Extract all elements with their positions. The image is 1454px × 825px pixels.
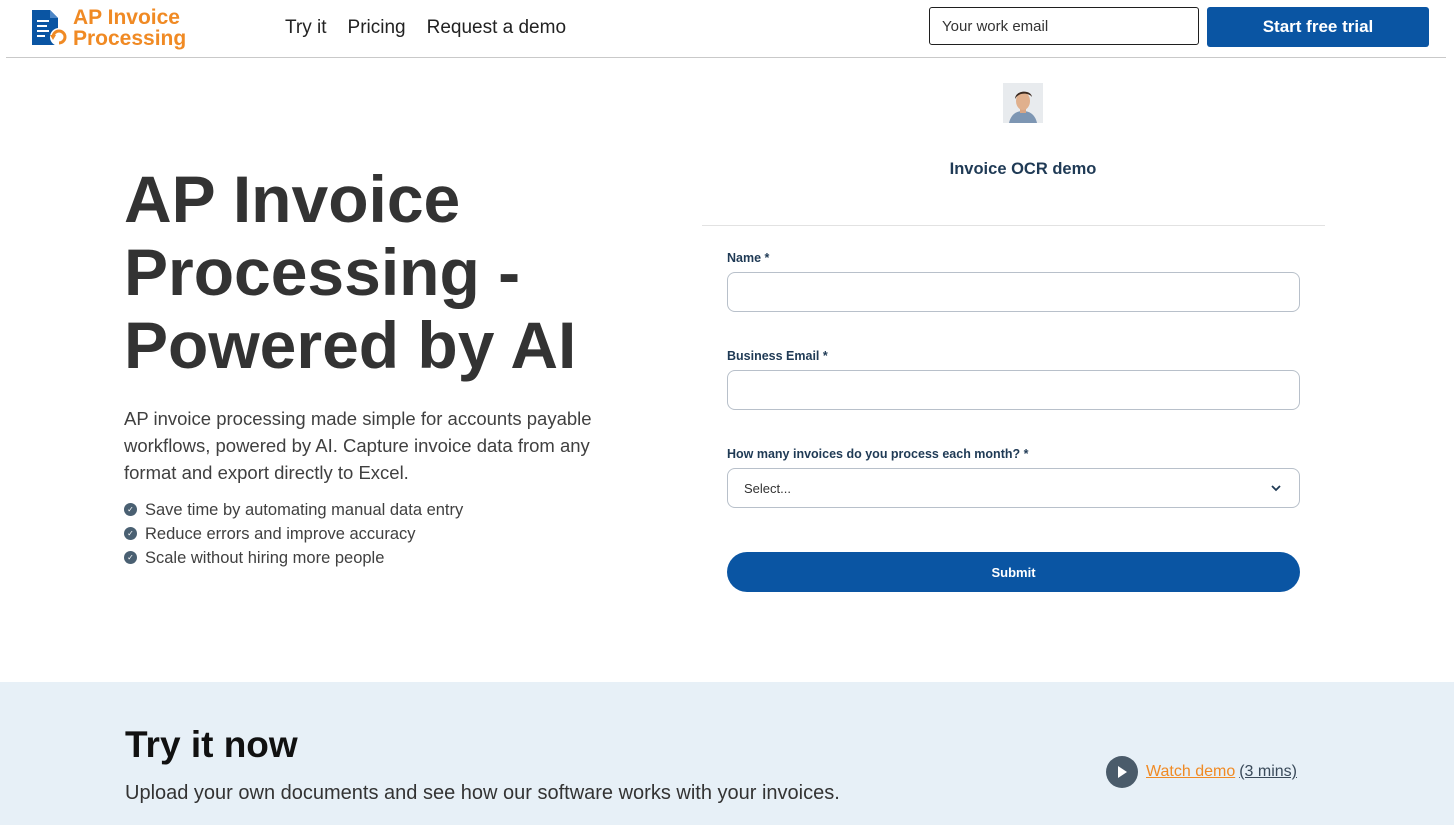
name-input[interactable]: [727, 272, 1300, 312]
watch-demo[interactable]: Watch demo (3 mins): [1106, 756, 1297, 788]
form-divider: [702, 225, 1325, 226]
business-email-label: Business Email *: [727, 349, 828, 363]
try-it-section: Try it now Upload your own documents and…: [0, 682, 1454, 825]
submit-button[interactable]: Submit: [727, 552, 1300, 592]
check-icon: ✓: [124, 551, 137, 564]
watch-demo-link[interactable]: Watch demo: [1146, 763, 1235, 781]
chevron-down-icon: [1271, 485, 1281, 492]
start-free-trial-button[interactable]: Start free trial: [1207, 7, 1429, 47]
logo-line-1: AP Invoice: [73, 6, 180, 29]
nav-request-demo[interactable]: Request a demo: [427, 17, 566, 39]
try-it-subtitle: Upload your own documents and see how ou…: [125, 782, 840, 804]
check-icon: ✓: [124, 527, 137, 540]
logo-line-2: Processing: [73, 27, 187, 50]
invoice-logo-icon: [32, 10, 68, 46]
hero-description: AP invoice processing made simple for ac…: [124, 408, 592, 483]
nav-try-it[interactable]: Try it: [285, 17, 327, 39]
benefits-list: ✓ Save time by automating manual data en…: [124, 501, 463, 573]
page: AP Invoice Processing Try it Pricing Req…: [0, 0, 1454, 825]
business-email-input[interactable]: [727, 370, 1300, 410]
demo-duration: (3 mins): [1239, 763, 1297, 780]
benefit-text: Reduce errors and improve accuracy: [145, 525, 416, 543]
select-value: Select...: [744, 480, 791, 496]
try-it-title: Try it now: [125, 724, 298, 765]
benefit-item: ✓ Reduce errors and improve accuracy: [124, 525, 463, 549]
main-nav: Try it Pricing Request a demo: [285, 17, 566, 39]
invoices-count-label: How many invoices do you process each mo…: [727, 447, 1029, 461]
benefit-item: ✓ Save time by automating manual data en…: [124, 501, 463, 525]
nav-pricing[interactable]: Pricing: [348, 17, 406, 39]
benefit-text: Scale without hiring more people: [145, 549, 385, 567]
name-label: Name *: [727, 251, 770, 265]
person-avatar-icon: [1003, 83, 1043, 123]
play-icon[interactable]: [1106, 756, 1138, 788]
benefit-item: ✓ Scale without hiring more people: [124, 549, 463, 573]
logo[interactable]: AP Invoice Processing: [28, 6, 198, 50]
benefit-text: Save time by automating manual data entr…: [145, 501, 464, 519]
logo-text: AP Invoice Processing: [73, 7, 186, 49]
site-header: AP Invoice Processing Try it Pricing Req…: [0, 0, 1454, 58]
avatar: [1003, 83, 1043, 123]
work-email-input[interactable]: [929, 7, 1199, 45]
form-heading: Invoice OCR demo: [949, 160, 1097, 178]
check-icon: ✓: [124, 503, 137, 516]
header-divider: [6, 57, 1446, 58]
invoices-count-select[interactable]: Select...: [727, 468, 1300, 508]
hero-title: AP Invoice Processing - Powered by AI: [124, 162, 577, 382]
